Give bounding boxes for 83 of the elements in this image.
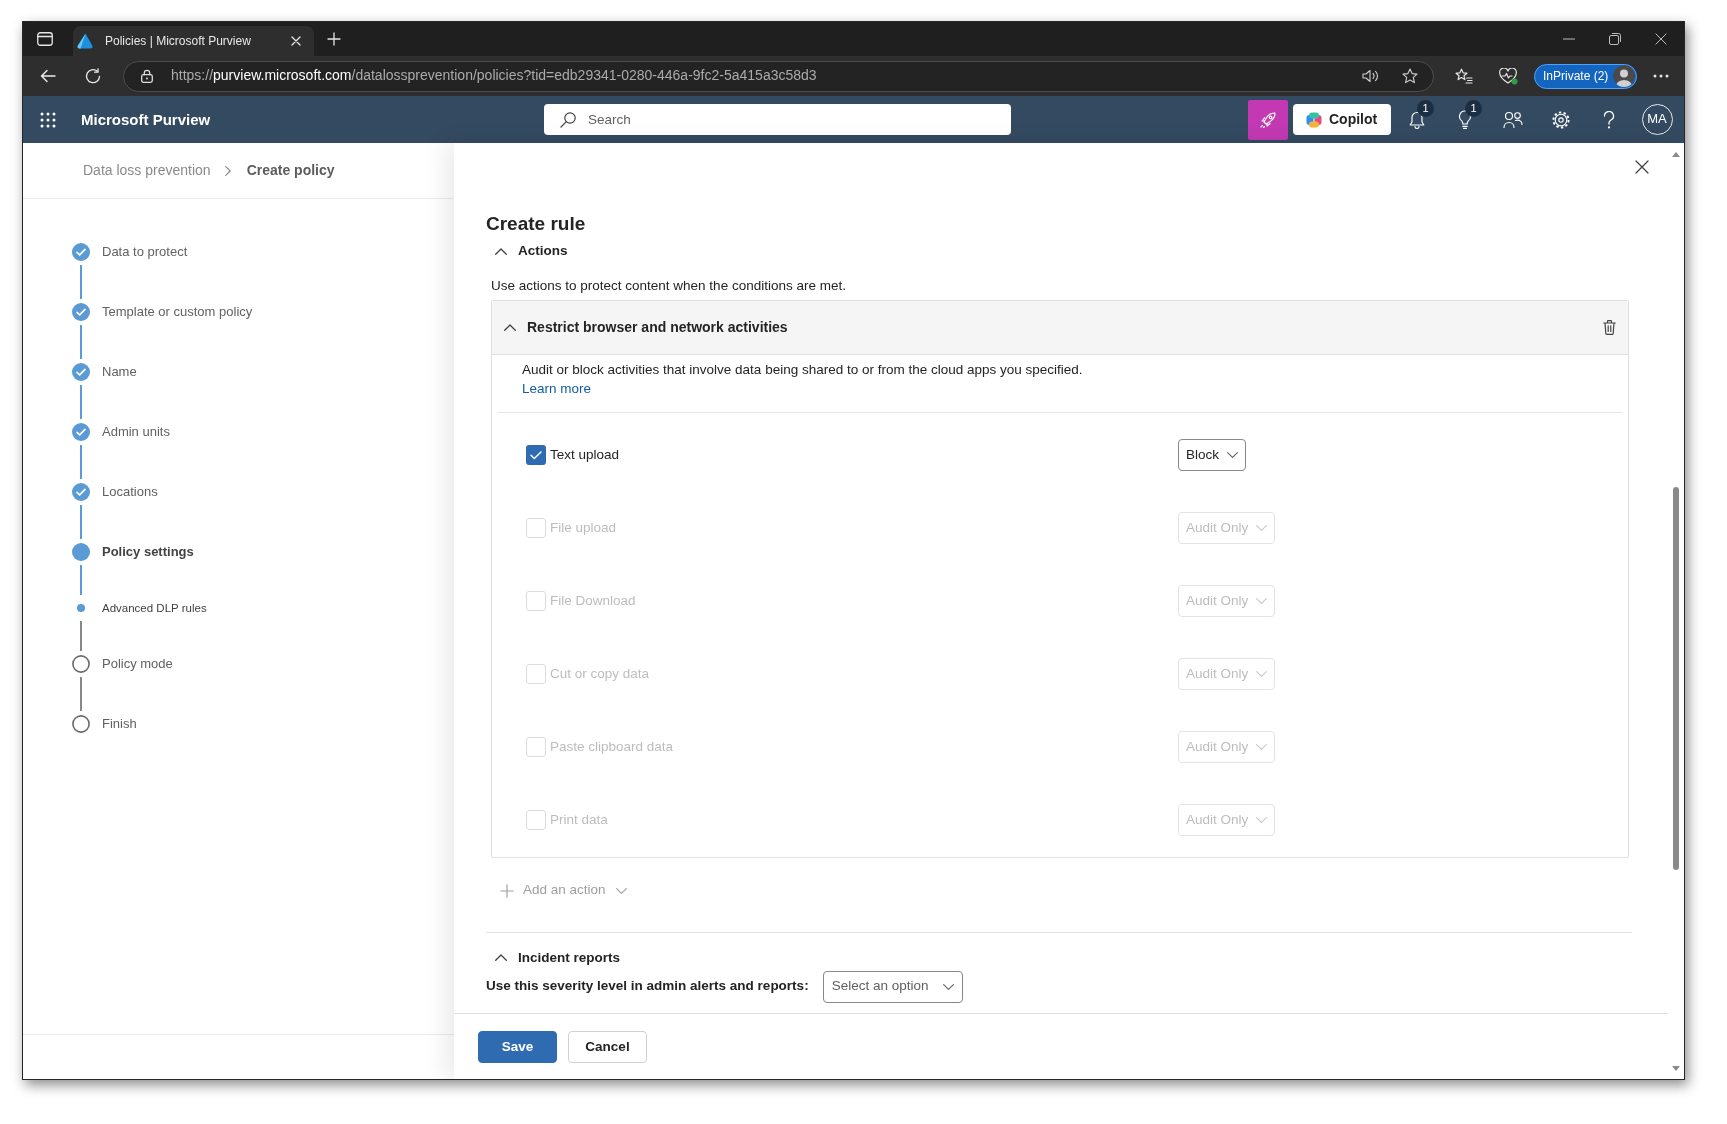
section-header[interactable]: Actions (486, 243, 568, 259)
rocket-icon[interactable] (1248, 99, 1288, 140)
step-label[interactable]: Finish (102, 714, 137, 734)
chevron-up-icon[interactable] (504, 324, 516, 331)
primary-button[interactable]: Save (478, 1031, 557, 1063)
step-label[interactable]: Policy mode (102, 654, 173, 674)
section-header[interactable]: Incident reports (486, 949, 620, 966)
step-connector (80, 505, 82, 539)
chevron-up-icon[interactable] (495, 954, 507, 962)
help-icon[interactable] (1603, 110, 1615, 129)
chevron-down-icon (615, 887, 627, 894)
step-connector (80, 385, 82, 419)
lock-icon[interactable] (141, 69, 153, 83)
chevron-down-icon (942, 983, 954, 990)
heart-pulse-icon[interactable] (1499, 67, 1518, 85)
app-launcher-icon[interactable] (40, 111, 56, 128)
step-label[interactable]: Policy settings (102, 542, 194, 562)
refresh-icon[interactable] (85, 68, 101, 84)
step-connector (80, 677, 82, 711)
checkbox-label[interactable]: Text upload (550, 445, 620, 465)
breadcrumb-link[interactable]: Create policy (246, 160, 335, 181)
count-badge: 1 (1417, 100, 1434, 117)
step-label[interactable]: Locations (102, 482, 158, 502)
chevron-down-icon (1256, 744, 1268, 751)
plus-icon[interactable] (327, 32, 341, 46)
step-label[interactable]: Name (102, 362, 137, 382)
search-icon (560, 111, 576, 128)
favorites-icon[interactable] (1455, 68, 1473, 84)
people-icon[interactable] (1503, 110, 1523, 129)
chevron-down-icon (1227, 452, 1238, 459)
checkbox[interactable] (526, 445, 546, 466)
swirl-logo-icon (1306, 111, 1322, 128)
trash-icon[interactable] (1603, 320, 1616, 335)
speaker-icon[interactable] (1362, 69, 1379, 83)
restore-icon[interactable] (1609, 33, 1621, 45)
bell-icon[interactable] (1408, 110, 1426, 129)
chevron-up-icon[interactable] (495, 247, 507, 255)
app-logo-icon (77, 33, 93, 49)
card-title: Restrict browser and network activities (527, 317, 789, 337)
chevron-right-icon (224, 165, 231, 176)
panel-title: Create rule (486, 212, 587, 236)
step-connector (80, 325, 82, 359)
step-label[interactable]: Advanced DLP rules (102, 599, 207, 617)
step-connector (80, 265, 82, 299)
plus-icon (500, 883, 514, 898)
star-icon[interactable] (1402, 68, 1418, 84)
address-bar[interactable]: https://purview.microsoft.com/datalossprevention/policies?tid=edb29341-0280-446a-9fc2-5a415a3c58d3 (123, 60, 1434, 92)
chevron-down-icon (1256, 817, 1268, 824)
chevron-down-icon (1256, 525, 1268, 532)
card-header[interactable]: Restrict browser and network activities (492, 301, 1628, 355)
settings-icon[interactable] (1552, 110, 1570, 129)
close-icon[interactable] (1635, 160, 1649, 174)
back-arrow-icon[interactable] (40, 69, 56, 83)
step-label[interactable]: Data to protect (102, 242, 188, 262)
lightbulb-icon[interactable] (1458, 110, 1472, 129)
step-connector (80, 621, 82, 651)
secondary-button[interactable]: Cancel (568, 1031, 647, 1063)
step-connector (80, 565, 82, 595)
browser-tab[interactable]: Policies | Microsoft Purview (73, 26, 314, 56)
scroll-up-arrow-icon[interactable] (1672, 152, 1680, 157)
avatar-silhouette-icon (1613, 65, 1636, 87)
step-label[interactable]: Admin units (102, 422, 170, 442)
step-label[interactable]: Template or custom policy (102, 302, 253, 322)
app-title[interactable]: Microsoft Purview (81, 109, 211, 130)
severity-dropdown[interactable]: Select an option (822, 970, 963, 1003)
learn-more-link[interactable]: Learn more (522, 379, 592, 398)
close-icon[interactable] (1655, 33, 1667, 45)
search-field[interactable]: Search (544, 104, 1011, 135)
scrollbar-thumb[interactable] (1673, 487, 1679, 870)
profile-button[interactable]: InPrivate (2) (1534, 63, 1638, 89)
count-badge: 1 (1465, 100, 1482, 117)
copilot-button[interactable]: Copilot (1293, 104, 1391, 135)
more-icon[interactable] (1653, 74, 1670, 78)
card-description: Audit or block activities that involve data being shared to or from the cloud apps you specified. (521, 361, 1084, 379)
breadcrumb-link[interactable]: Data loss prevention (83, 160, 211, 181)
severity-label: Use this severity level in admin alerts and reports: (486, 977, 809, 996)
scroll-down-arrow-icon[interactable] (1672, 1066, 1680, 1071)
chevron-down-icon (1256, 598, 1268, 605)
chevron-down-icon (1256, 671, 1268, 678)
window-icon[interactable] (37, 32, 53, 46)
step-connector (80, 445, 82, 479)
action-dropdown[interactable]: Block (1178, 439, 1246, 472)
section-intro: Use actions to protect content when the conditions are met. (491, 277, 847, 295)
